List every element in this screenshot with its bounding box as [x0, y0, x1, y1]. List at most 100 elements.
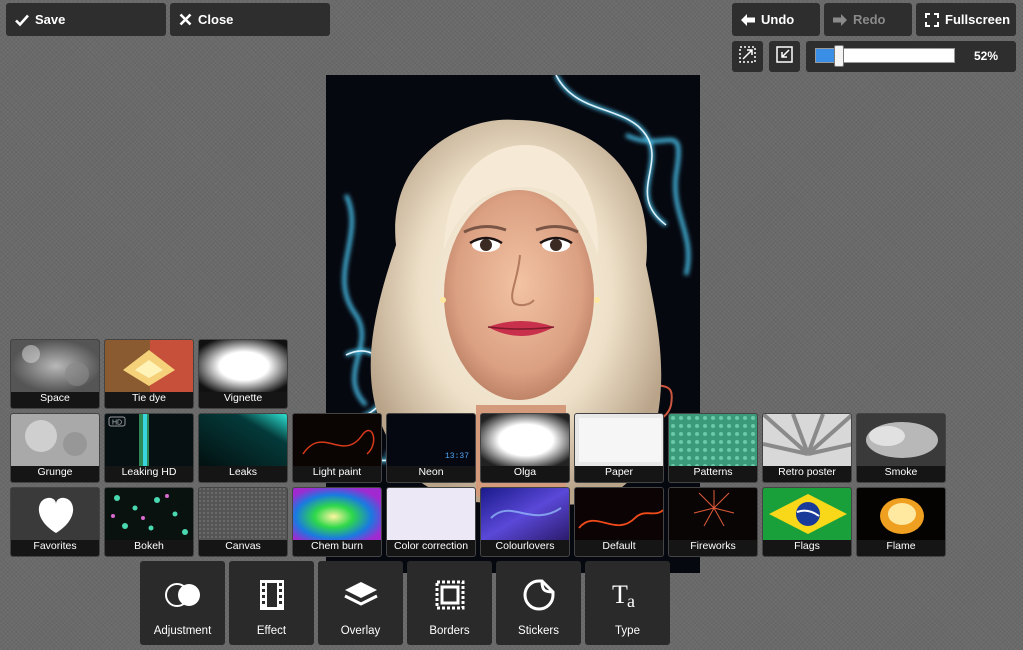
overlay-thumbnail: HD [105, 414, 193, 466]
overlay-flags-tile[interactable]: Flags [762, 487, 852, 557]
type-icon: Ta [585, 577, 670, 613]
zoom-fit-button[interactable] [769, 41, 800, 72]
tool-overlay-button[interactable]: Overlay [318, 561, 403, 645]
tool-label: Effect [256, 625, 287, 637]
zoom-slider-fill [816, 49, 836, 62]
overlay-label: Space [40, 392, 70, 404]
overlay-thumbnail [199, 340, 287, 392]
overlay-tie-dye-tile[interactable]: Tie dye [104, 339, 194, 409]
overlay-label: Flame [886, 540, 916, 552]
overlay-leaks-tile[interactable]: Leaks [198, 413, 288, 483]
overlay-label: Leaks [228, 466, 258, 478]
sticker-icon [496, 577, 581, 613]
overlay-space-tile[interactable]: Space [10, 339, 100, 409]
arrow-right-icon [833, 13, 847, 26]
tool-label: Borders [429, 625, 470, 637]
overlay-thumbnail [763, 414, 851, 466]
overlay-label: Bokeh [134, 540, 164, 552]
overlay-retro-poster-tile[interactable]: Retro poster [762, 413, 852, 483]
overlay-label: Grunge [37, 466, 73, 478]
stamp-border-icon [407, 577, 492, 613]
overlay-thumbnail [199, 488, 287, 540]
overlay-label: Default [602, 540, 636, 552]
overlay-neon-tile[interactable]: 13:37 Neon [386, 413, 476, 483]
overlay-olga-tile[interactable]: Olga [480, 413, 570, 483]
overlay-thumbnail [293, 414, 381, 466]
adjustment-icon [140, 577, 225, 613]
overlay-thumbnail [199, 414, 287, 466]
overlay-label: Chem burn [311, 540, 363, 552]
tool-label: Type [615, 625, 640, 637]
tool-effect-button[interactable]: Effect [229, 561, 314, 645]
overlay-label: Leaking HD [121, 466, 177, 478]
overlay-thumbnail [11, 340, 99, 392]
overlay-label: Vignette [223, 392, 263, 404]
overlay-color-correction-tile[interactable]: Color correction [386, 487, 476, 557]
overlay-label: Smoke [884, 466, 918, 478]
overlay-label: Flags [794, 540, 820, 552]
overlay-label: Paper [604, 466, 634, 478]
overlay-label: Light paint [312, 466, 362, 478]
overlay-thumbnail [575, 488, 663, 540]
svg-text:T: T [612, 580, 628, 609]
overlay-paper-tile[interactable]: Paper [574, 413, 664, 483]
fullscreen-label: Fullscreen [945, 12, 1011, 27]
zoom-panel: 52% [806, 41, 1016, 72]
zoom-actual-size-button[interactable] [732, 41, 763, 72]
overlay-label: Colourlovers [495, 540, 555, 552]
overlay-favorites-tile[interactable]: Favorites [10, 487, 100, 557]
check-icon [15, 13, 29, 27]
overlay-label: Neon [418, 466, 444, 478]
close-button[interactable]: Close [170, 3, 330, 36]
overlay-smoke-tile[interactable]: Smoke [856, 413, 946, 483]
overlay-light-paint-tile[interactable]: Light paint [292, 413, 382, 483]
overlay-thumbnail [669, 414, 757, 466]
zoom-slider[interactable] [815, 45, 955, 67]
overlay-thumbnail [11, 488, 99, 540]
overlay-label: Color correction [393, 540, 469, 552]
overlay-canvas-tile[interactable]: Canvas [198, 487, 288, 557]
tool-type-button[interactable]: Ta Type [585, 561, 670, 645]
overlay-chem-burn-tile[interactable]: Chem burn [292, 487, 382, 557]
arrow-left-icon [741, 13, 755, 26]
overlay-label: Fireworks [690, 540, 736, 552]
zoom-slider-thumb[interactable] [834, 45, 844, 67]
overlay-colourlovers-tile[interactable]: Colourlovers [480, 487, 570, 557]
overlay-label: Canvas [225, 540, 261, 552]
overlay-label: Retro poster [778, 466, 836, 478]
overlay-default-tile[interactable]: Default [574, 487, 664, 557]
tool-stickers-button[interactable]: Stickers [496, 561, 581, 645]
overlay-patterns-tile[interactable]: Patterns [668, 413, 758, 483]
tool-adjustment-button[interactable]: Adjustment [140, 561, 225, 645]
overlay-thumbnail [763, 488, 851, 540]
shrink-icon [776, 45, 793, 68]
overlay-grunge-tile[interactable]: Grunge [10, 413, 100, 483]
redo-button[interactable]: Redo [824, 3, 912, 36]
expand-icon [739, 45, 756, 68]
overlay-thumbnail [575, 414, 663, 466]
overlay-vignette-tile[interactable]: Vignette [198, 339, 288, 409]
tool-borders-button[interactable]: Borders [407, 561, 492, 645]
undo-label: Undo [761, 12, 795, 27]
save-label: Save [35, 12, 66, 27]
svg-text:a: a [627, 591, 635, 611]
overlay-flame-tile[interactable]: Flame [856, 487, 946, 557]
undo-button[interactable]: Undo [732, 3, 820, 36]
neon-time-badge: 13:37 [445, 452, 469, 461]
overlay-thumbnail [11, 414, 99, 466]
tool-label: Overlay [340, 625, 381, 637]
overlay-leaking-hd-tile[interactable]: HD Leaking HD [104, 413, 194, 483]
overlay-thumbnail [105, 340, 193, 392]
overlay-bokeh-tile[interactable]: Bokeh [104, 487, 194, 557]
overlay-label: Olga [513, 466, 537, 478]
close-label: Close [198, 12, 234, 27]
fullscreen-button[interactable]: Fullscreen [916, 3, 1016, 36]
overlay-thumbnail [857, 414, 945, 466]
layers-icon [318, 577, 403, 613]
overlay-fireworks-tile[interactable]: Fireworks [668, 487, 758, 557]
fullscreen-icon [925, 12, 939, 27]
save-button[interactable]: Save [6, 3, 166, 36]
overlay-thumbnail [105, 488, 193, 540]
overlay-label: Favorites [33, 540, 77, 552]
overlay-thumbnail [293, 488, 381, 540]
